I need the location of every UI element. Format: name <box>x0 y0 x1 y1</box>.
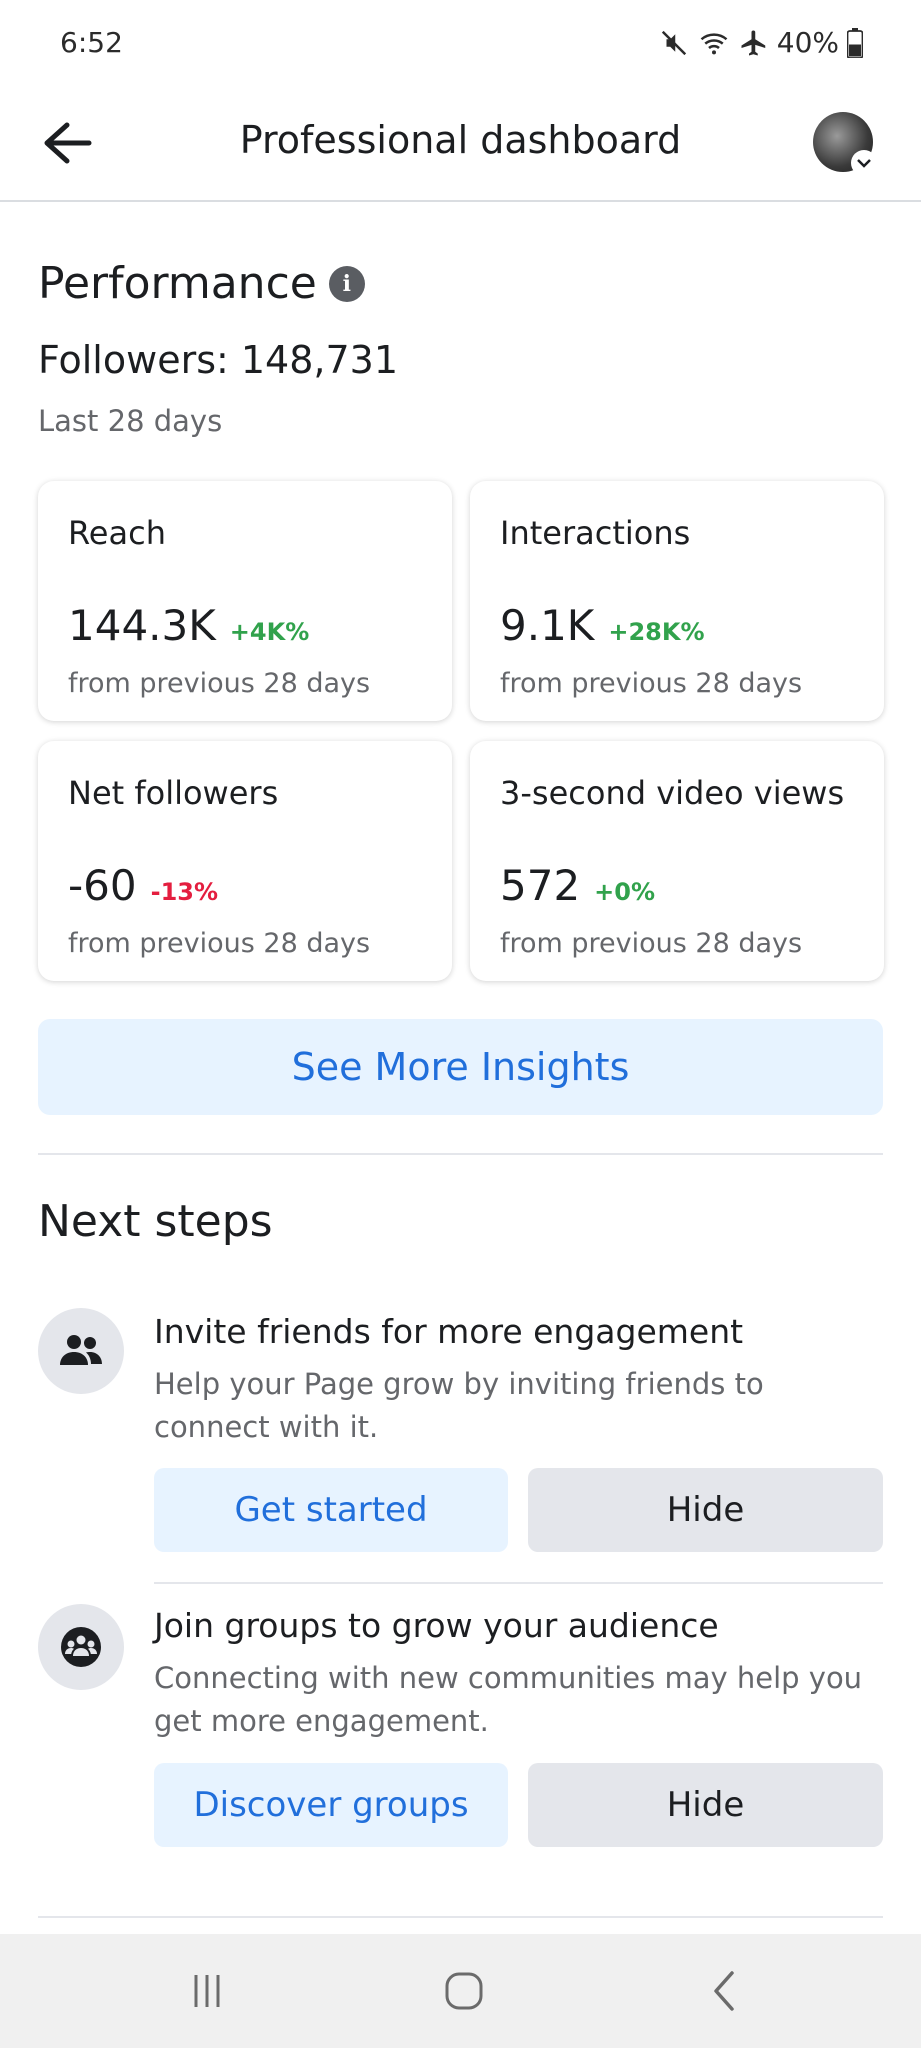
video-views-card[interactable]: 3-second video views 572 +0% from previo… <box>470 741 884 981</box>
card-comparison: from previous 28 days <box>500 668 803 699</box>
card-value: 9.1K <box>500 601 595 650</box>
date-range: Last 28 days <box>38 404 223 438</box>
card-label: Interactions <box>500 514 691 552</box>
recent-apps-icon <box>194 1975 220 2007</box>
interactions-card[interactable]: Interactions 9.1K +28K% from previous 28… <box>470 481 884 721</box>
page-title: Professional dashboard <box>239 118 682 162</box>
chevron-left-icon <box>714 1971 734 2011</box>
followers-count: Followers: 148,731 <box>38 338 399 382</box>
card-comparison: from previous 28 days <box>500 928 803 959</box>
airplane-icon <box>741 30 766 55</box>
step-title: Join groups to grow your audience <box>154 1606 719 1645</box>
battery-percent: 40% <box>776 26 839 59</box>
card-delta: +0% <box>594 878 656 906</box>
system-back-button[interactable] <box>664 1934 784 2048</box>
home-button[interactable] <box>404 1934 524 2048</box>
net-followers-card[interactable]: Net followers -60 -13% from previous 28 … <box>38 741 452 981</box>
card-label: Net followers <box>68 774 279 812</box>
card-delta: +4K% <box>229 618 310 646</box>
card-value-row: 9.1K +28K% <box>500 601 705 650</box>
reach-card[interactable]: Reach 144.3K +4K% from previous 28 days <box>38 481 452 721</box>
step-description: Help your Page grow by inviting friends … <box>154 1367 764 1444</box>
next-steps-title: Next steps <box>38 1196 273 1247</box>
card-value-row: 572 +0% <box>500 861 655 910</box>
card-comparison: from previous 28 days <box>68 928 371 959</box>
info-icon[interactable]: i <box>328 265 365 302</box>
wifi-icon <box>700 32 728 54</box>
discover-groups-button[interactable]: Discover groups <box>154 1763 508 1847</box>
divider <box>38 1916 883 1918</box>
card-delta: +28K% <box>608 618 705 646</box>
get-started-button[interactable]: Get started <box>154 1468 508 1552</box>
card-comparison: from previous 28 days <box>68 668 371 699</box>
chevron-down-icon[interactable] <box>851 150 877 176</box>
hide-button[interactable]: Hide <box>528 1763 883 1847</box>
card-label: 3-second video views <box>500 774 845 812</box>
recent-apps-button[interactable] <box>147 1934 267 2048</box>
app-header: Professional dashboard <box>0 90 921 202</box>
hide-button[interactable]: Hide <box>528 1468 883 1552</box>
status-time: 6:52 <box>60 26 123 59</box>
divider <box>38 1153 883 1155</box>
status-icons: 40% <box>659 26 863 59</box>
home-icon <box>445 1972 483 2010</box>
card-value-row: 144.3K +4K% <box>68 601 309 650</box>
groups-icon <box>38 1604 124 1690</box>
battery-icon <box>847 27 863 58</box>
people-icon <box>38 1308 124 1394</box>
step-title: Invite friends for more engagement <box>154 1312 744 1351</box>
status-bar: 6:52 40% <box>0 0 921 90</box>
performance-heading: Performance i <box>38 258 365 309</box>
next-steps-heading: Next steps <box>38 1196 273 1247</box>
see-more-insights-button[interactable]: See More Insights <box>38 1019 883 1115</box>
card-value: 572 <box>500 861 581 910</box>
divider <box>154 1582 883 1584</box>
step-description: Connecting with new communities may help… <box>154 1661 863 1738</box>
card-value: 144.3K <box>68 601 216 650</box>
card-value-row: -60 -13% <box>68 861 218 910</box>
card-delta: -13% <box>150 878 219 906</box>
card-value: -60 <box>68 861 137 910</box>
card-label: Reach <box>68 514 166 552</box>
performance-title: Performance <box>38 258 317 309</box>
system-navigation-bar <box>0 1934 921 2048</box>
mute-icon <box>661 30 686 55</box>
